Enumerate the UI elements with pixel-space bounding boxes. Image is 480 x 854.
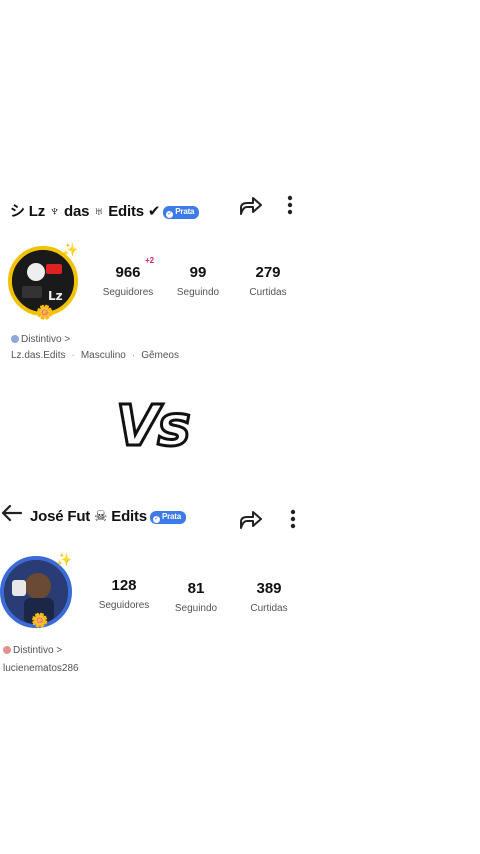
profile-name-2: José Fut ☠ Edits ✓ Prata xyxy=(30,507,186,525)
profile-info-row: Lz.das.Edits · Masculino · Gêmeos xyxy=(11,350,179,361)
likes-count: 389 xyxy=(256,580,282,597)
tier-badge[interactable]: ✓ Prata xyxy=(149,511,186,524)
sparkle-icon: ✨ xyxy=(56,552,73,567)
profile-gender: Masculino xyxy=(80,350,126,361)
badge-shield-icon xyxy=(3,646,11,654)
likes-label: Curtidas xyxy=(250,603,288,614)
following-label: Seguindo xyxy=(174,603,218,614)
likes-stat[interactable]: 279 Curtidas xyxy=(228,264,308,298)
flower-decoration-icon: 🌼 xyxy=(36,304,54,320)
badge-shield-icon xyxy=(11,335,19,343)
followers-count: 966 xyxy=(115,264,141,281)
likes-count: 279 xyxy=(255,264,281,281)
share-icon[interactable] xyxy=(238,194,264,223)
followers-label: Seguidores xyxy=(102,287,154,298)
followers-label: Seguidores xyxy=(98,600,150,611)
following-stat[interactable]: 99 Seguindo xyxy=(158,264,238,298)
profile-name-1: シ Lz ♆ das ♅ Edits ✔ ✓ Prata xyxy=(10,200,200,221)
following-stat[interactable]: 81 Seguindo xyxy=(156,580,236,614)
badge-link[interactable]: Distintivo > xyxy=(3,645,62,656)
followers-delta-badge: +2 xyxy=(145,256,155,265)
profile-handle: lucienematos286 xyxy=(3,663,79,674)
following-count: 99 xyxy=(189,264,207,281)
followers-count: 128 xyxy=(111,577,137,594)
profile-handle: Lz.das.Edits xyxy=(11,350,66,361)
share-icon[interactable] xyxy=(238,508,264,537)
profile-name-text: シ Lz ♆ das ♅ Edits ✔ xyxy=(10,203,161,220)
back-arrow-icon[interactable] xyxy=(0,502,24,529)
likes-stat[interactable]: 389 Curtidas xyxy=(229,580,309,614)
following-count: 81 xyxy=(187,580,205,597)
flower-decoration-icon: 🌼 xyxy=(31,612,49,628)
profile-name-text: José Fut ☠ Edits xyxy=(30,508,147,525)
badge-link[interactable]: Distintivo > xyxy=(11,334,70,345)
likes-label: Curtidas xyxy=(249,287,287,298)
more-vertical-icon[interactable] xyxy=(289,509,297,536)
profile-sign: Gêmeos xyxy=(141,350,179,361)
following-label: Seguindo xyxy=(176,287,220,298)
svg-text:Lz: Lz xyxy=(48,289,63,303)
sparkle-icon: ✨ xyxy=(62,242,79,257)
tier-badge[interactable]: ✓ Prata xyxy=(163,206,200,219)
followers-stat[interactable]: 128 Seguidores xyxy=(84,577,164,611)
followers-stat[interactable]: 966 Seguidores xyxy=(88,264,168,298)
more-vertical-icon[interactable] xyxy=(286,195,294,222)
vs-label: Vs xyxy=(115,393,193,461)
